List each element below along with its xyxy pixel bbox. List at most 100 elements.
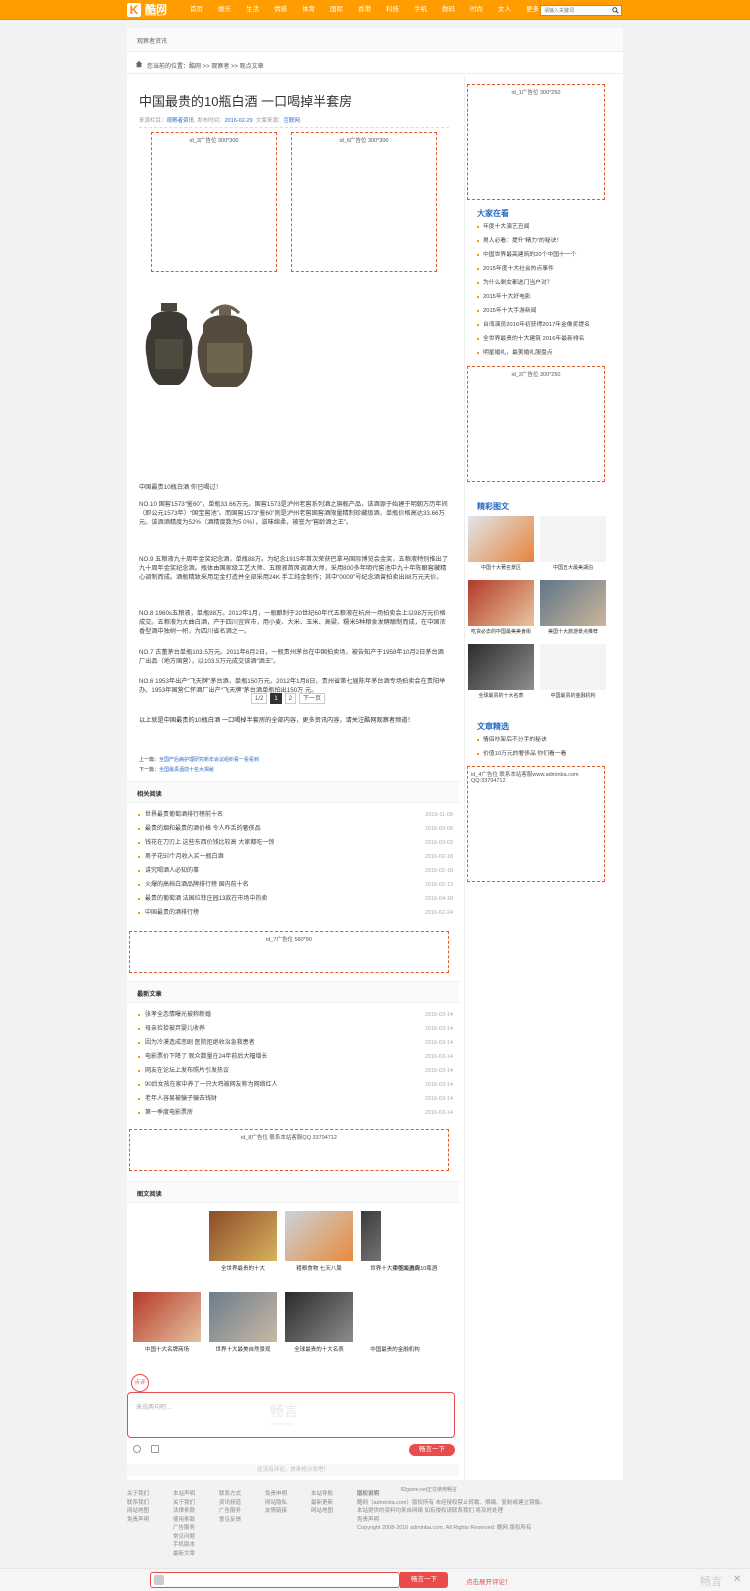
side-pic-caption[interactable]: 中国最贵的金融机构 — [539, 692, 607, 699]
breadcrumb-text[interactable]: 您当前的位置：酷网 >> 观察者 >> 观点文章 — [147, 61, 264, 70]
list-item-title[interactable]: 因为冷漠造成悲剧 医院拒绝收治急救患者 — [145, 1040, 255, 1046]
footer-link[interactable]: 广告服务 — [173, 1524, 195, 1533]
nav-item[interactable]: 数码 — [442, 0, 455, 20]
nav-item[interactable]: 生活 — [246, 0, 259, 20]
list-item-title[interactable]: 网友在论坛上发布照片引发热议 — [145, 1068, 229, 1074]
nav-item[interactable]: 娱乐 — [218, 0, 231, 20]
list-item-title[interactable]: 张孝全恋情曝光被称新婚 — [145, 1012, 211, 1018]
search-icon[interactable] — [612, 7, 619, 14]
list-item-title[interactable]: 世界最贵葡萄酒排行榜前十名 — [145, 812, 223, 818]
list-item[interactable]: 老年人容易被骗子骗去钱财 2016-03-14 — [137, 1092, 453, 1106]
footer-link[interactable]: 关于我们 — [173, 1499, 195, 1508]
bottom-comment-input[interactable] — [150, 1572, 400, 1588]
gallery-item[interactable]: 粗粮食物 七天八周 — [281, 1211, 357, 1272]
gallery-item[interactable]: 全世界最贵的十大 — [205, 1211, 281, 1272]
next-article-link[interactable]: 全国最贵酒前十名大揭秘 — [159, 767, 214, 773]
footer-link[interactable]: 最新更新 — [311, 1499, 333, 1508]
gallery-thumbnail[interactable] — [285, 1292, 353, 1342]
page-link[interactable]: 下一页 — [299, 693, 326, 704]
list-item[interactable]: 电影票价下降了 观众数量在24年前后大幅增长 2016-03-14 — [137, 1050, 453, 1064]
bottom-tip[interactable]: 点击展开评论！ — [466, 1576, 512, 1586]
nav-item[interactable]: 女人 — [498, 0, 511, 20]
side-pic-item[interactable]: 美国十大旅游景点推荐 — [539, 580, 607, 635]
list-item-title[interactable]: 最贵的烟和最贵的酒价格 令人咋舌的奢侈品 — [145, 826, 261, 832]
side-pic-caption[interactable]: 美国十大旅游景点推荐 — [539, 628, 607, 635]
list-item[interactable]: 世界最贵葡萄酒排行榜前十名 2016-11-09 — [137, 808, 453, 822]
footer-link[interactable]: 本站导航 — [311, 1490, 333, 1499]
footer-link[interactable]: 法律条款 — [173, 1507, 195, 1516]
ad-slot-sidebar-mid[interactable]: id_2广告位 300*250 — [467, 366, 605, 482]
hot-item[interactable]: 年度十大演艺丑闻 — [477, 220, 619, 234]
footer-link[interactable]: 常见问题 — [173, 1533, 195, 1542]
side-pic-thumbnail[interactable] — [540, 516, 606, 562]
footer-link[interactable]: 资讯频道 — [219, 1499, 241, 1508]
list-item[interactable]: 因为冷漠造成悲剧 医院拒绝收治急救患者 2016-03-14 — [137, 1036, 453, 1050]
list-item-title[interactable]: 男子花50个月收入买一瓶白酒 — [145, 854, 224, 860]
list-item-title[interactable]: 火爆的高档白酒品牌排行榜 国内前十名 — [145, 882, 249, 888]
side-pic-item[interactable]: 中国五大最美湖泊 — [539, 516, 607, 571]
nav-item[interactable]: 情感 — [274, 0, 287, 20]
footer-link[interactable]: 网站地图 — [311, 1507, 333, 1516]
ad-slot-left[interactable]: id_3广告位 300*300 — [151, 132, 277, 272]
list-item-title[interactable]: 中国最贵的酒排行榜 — [145, 910, 199, 916]
nav-item[interactable]: 香港 — [358, 0, 371, 20]
side-pic-caption[interactable]: 吃货必去的中国最美美食街 — [467, 628, 535, 635]
gallery-thumbnail[interactable] — [285, 1211, 353, 1261]
footer-link[interactable]: 关于我们 — [127, 1490, 149, 1499]
meta-column[interactable]: 观察者资讯 — [167, 118, 195, 124]
footer-link[interactable]: 手机版本 — [173, 1541, 195, 1550]
footer-link[interactable]: 友情链接 — [265, 1507, 287, 1516]
footer-link[interactable]: 本站声明 — [173, 1490, 195, 1499]
select-item[interactable]: 情侣吵架后不分手的秘诀 — [477, 733, 619, 747]
side-pic-thumbnail[interactable] — [540, 644, 606, 690]
ad-slot-latest[interactable]: id_8广告位 联系本站客服QQ 33794712 — [129, 1129, 449, 1171]
gallery-item[interactable]: 世界十大最美自然景观 — [205, 1292, 281, 1353]
footer-link[interactable]: 联系我们 — [127, 1499, 149, 1508]
gallery-caption[interactable]: 全世界最贵的十大 — [205, 1264, 281, 1272]
nav-item[interactable]: 体育 — [302, 0, 315, 20]
nav-item[interactable]: 国际 — [330, 0, 343, 20]
list-item-title[interactable]: 最贵的葡萄酒 法国拉菲庄园13款在市场中热卖 — [145, 896, 267, 902]
ad-slot-right[interactable]: id_6广告位 300*300 — [291, 132, 437, 272]
list-item[interactable]: 中国最贵的酒排行榜 2016-02-24 — [137, 906, 453, 920]
list-item[interactable]: 最贵的烟和最贵的酒价格 令人咋舌的奢侈品 2016-03-09 — [137, 822, 453, 836]
side-pic-caption[interactable]: 全球最贵的十大名表 — [467, 692, 535, 699]
footer-link[interactable]: 使用条款 — [173, 1516, 195, 1525]
list-item[interactable]: 火爆的高档白酒品牌排行榜 国内前十名 2016-02-13 — [137, 878, 453, 892]
list-item[interactable]: 男子花50个月收入买一瓶白酒 2016-02-18 — [137, 850, 453, 864]
nav-item[interactable]: 时尚 — [470, 0, 483, 20]
list-item-title[interactable]: 90后女孩在家中养了一只大鸡被网友称为网络红人 — [145, 1082, 278, 1088]
nav-item[interactable]: 首页 — [190, 0, 203, 20]
hot-item[interactable]: 中国世界最高建筑的20个中国十一个 — [477, 248, 619, 262]
meta-source[interactable]: 互联网 — [283, 118, 300, 124]
list-item[interactable]: 第一季度电影票房 2016-03-14 — [137, 1106, 453, 1120]
gallery-caption[interactable]: 全球最贵的十大名表 — [281, 1345, 357, 1353]
list-item[interactable]: 讲究喝酒人必知的事 2016-02-18 — [137, 864, 453, 878]
smile-icon[interactable] — [133, 1445, 141, 1453]
search-input[interactable] — [541, 6, 607, 15]
footer-link[interactable]: 网站隐私 — [265, 1499, 287, 1508]
gallery-thumbnail[interactable] — [133, 1292, 201, 1342]
list-item[interactable]: 母亲捡拾被弃婴儿收养 2016-03-14 — [137, 1022, 453, 1036]
hot-item[interactable]: 全世界最贵的十大建筑 2016年最新排名 — [477, 332, 619, 346]
list-item[interactable]: 90后女孩在家中养了一只大鸡被网友称为网络红人 2016-03-14 — [137, 1078, 453, 1092]
gallery-caption[interactable]: 世界十大最美自然景观 — [205, 1345, 281, 1353]
comment-input[interactable]: 来说两句吧... 畅言 CHANGYAN — [127, 1392, 455, 1438]
gallery-thumbnail[interactable] — [361, 1292, 429, 1342]
hot-item[interactable]: 男人必看：提升“精力”的秘诀！ — [477, 234, 619, 248]
gallery-thumbnail[interactable] — [209, 1211, 277, 1261]
copyright-line[interactable]: 免责声明 — [357, 1516, 623, 1525]
list-item[interactable]: 钱花在刀刃上 这些东西价钱比较高 大家都吃一惊 2016-03-03 — [137, 836, 453, 850]
page-link[interactable]: 2 — [284, 693, 297, 704]
list-item-title[interactable]: 老年人容易被骗子骗去钱财 — [145, 1096, 217, 1102]
side-pic-thumbnail[interactable] — [468, 644, 534, 690]
ad-slot-sidebar-bottom[interactable]: id_4广告位 联系本站客服www.adminba.com QQ:3379471… — [467, 766, 605, 882]
footer-link[interactable]: 免责声明 — [127, 1516, 149, 1525]
comment-submit-button[interactable]: 畅言一下 — [409, 1444, 455, 1456]
channel-name[interactable]: 观察者资讯 — [137, 36, 167, 45]
hot-item[interactable]: 台湾演员2016年初获得2017年金像奖提名 — [477, 318, 619, 332]
gallery-item[interactable]: 中国最贵的金融机构 — [357, 1292, 433, 1353]
side-pic-caption[interactable]: 中国十大著名景区 — [467, 564, 535, 571]
hot-item[interactable]: 2015年十大手游新闻 — [477, 304, 619, 318]
nav-item[interactable]: 手机 — [414, 0, 427, 20]
